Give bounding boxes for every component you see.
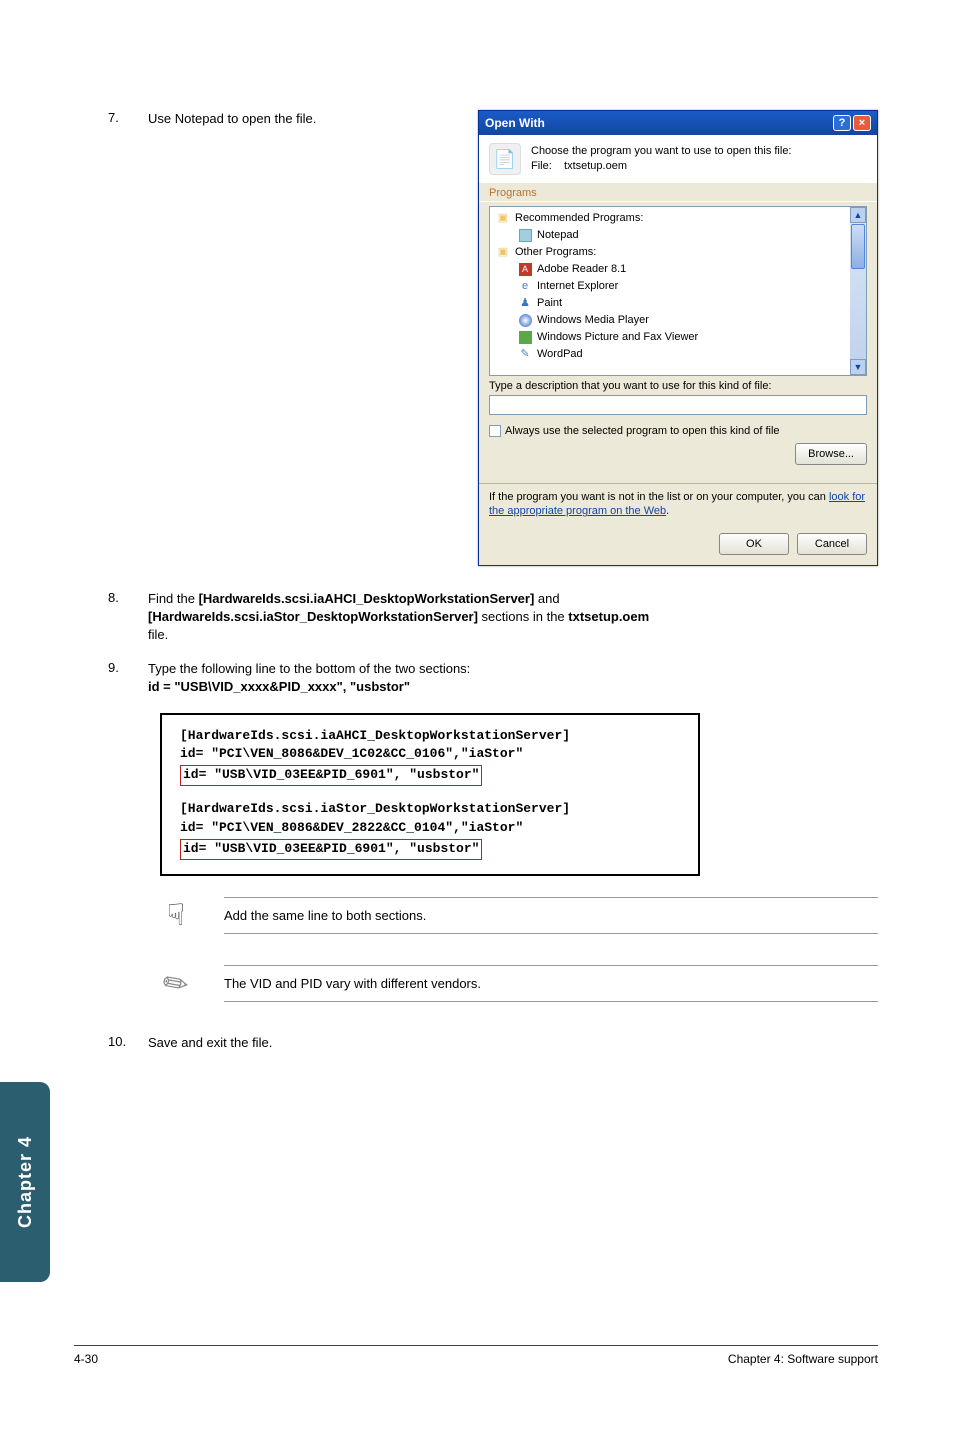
browse-button[interactable]: Browse... — [795, 443, 867, 465]
program-listbox[interactable]: ▣ Recommended Programs: Notepad ▣ Other Pr… — [489, 206, 867, 376]
folder-icon: ▣ — [496, 212, 510, 226]
hand-icon: ☟ — [154, 896, 198, 936]
code-line-4: [HardwareIds.scsi.iaStor_DesktopWorkstat… — [180, 800, 680, 819]
note-1-text: Add the same line to both sections. — [224, 897, 878, 934]
always-use-checkbox[interactable] — [489, 425, 501, 437]
file-icon: 📄 — [489, 143, 521, 175]
step-text-8: Find the [HardwareIds.scsi.iaAHCI_Deskto… — [148, 590, 878, 645]
wordpad-icon: ✎ — [518, 348, 532, 362]
paint-icon: ♟ — [518, 297, 532, 311]
adobe-icon: A — [519, 263, 532, 276]
scroll-thumb[interactable] — [851, 224, 865, 269]
ie-icon: e — [518, 280, 532, 294]
file-name: txtsetup.oem — [564, 160, 627, 172]
code-line-2: id= "PCI\VEN_8086&DEV_1C02&CC_0106","iaS… — [180, 745, 680, 764]
step-text-9: Type the following line to the bottom of… — [148, 660, 878, 696]
step-number-8: 8. — [108, 590, 148, 605]
footer-chapter: Chapter 4: Software support — [728, 1352, 878, 1366]
program-adobe[interactable]: Adobe Reader 8.1 — [537, 261, 626, 278]
code-line-1: [HardwareIds.scsi.iaAHCI_DesktopWorkstat… — [180, 727, 680, 746]
program-wordpad[interactable]: WordPad — [537, 346, 583, 363]
wmp-icon — [519, 314, 532, 327]
scrollbar[interactable]: ▲ ▼ — [850, 207, 866, 375]
description-label: Type a description that you want to use … — [489, 376, 867, 395]
program-ie[interactable]: Internet Explorer — [537, 278, 618, 295]
program-wmp[interactable]: Windows Media Player — [537, 312, 649, 329]
programs-tab[interactable]: Programs — [479, 183, 877, 199]
look-dot: . — [666, 505, 669, 517]
code-line-5: id= "PCI\VEN_8086&DEV_2822&CC_0104","iaS… — [180, 819, 680, 838]
program-paint[interactable]: Paint — [537, 295, 562, 312]
step-text-10: Save and exit the file. — [148, 1034, 878, 1052]
page-number: 4-30 — [74, 1352, 98, 1366]
close-button[interactable]: × — [853, 115, 871, 131]
always-use-label: Always use the selected program to open … — [505, 425, 780, 437]
help-button[interactable]: ? — [833, 115, 851, 131]
step-number-10: 10. — [108, 1034, 148, 1049]
note-2-text: The VID and PID vary with different vend… — [224, 965, 878, 1002]
program-wpf[interactable]: Windows Picture and Fax Viewer — [537, 329, 698, 346]
code-highlight-2: id= "USB\VID_03EE&PID_6901", "usbstor" — [180, 839, 482, 860]
page-footer: 4-30 Chapter 4: Software support — [74, 1345, 878, 1366]
recommended-heading: Recommended Programs: — [515, 210, 643, 227]
other-heading: Other Programs: — [515, 244, 596, 261]
look-text: If the program you want is not in the li… — [489, 491, 829, 503]
scroll-up-button[interactable]: ▲ — [850, 207, 866, 223]
notepad-icon — [519, 229, 532, 242]
step-number-9: 9. — [108, 660, 148, 675]
pencil-icon: ✎ — [147, 955, 206, 1013]
description-input[interactable] — [489, 395, 867, 415]
note-1: ☟ Add the same line to both sections. — [154, 896, 878, 936]
scroll-down-button[interactable]: ▼ — [850, 359, 866, 375]
dialog-titlebar: Open With ? × — [479, 111, 877, 135]
ok-button[interactable]: OK — [719, 533, 789, 555]
cancel-button[interactable]: Cancel — [797, 533, 867, 555]
step-text-7: Use Notepad to open the file. — [148, 110, 448, 128]
folder-icon: ▣ — [496, 246, 510, 260]
open-with-dialog: Open With ? × 📄 Choose the program you w… — [478, 110, 878, 566]
code-figure: [HardwareIds.scsi.iaAHCI_DesktopWorkstat… — [160, 713, 700, 876]
dialog-title: Open With — [485, 116, 545, 130]
note-2: ✎ The VID and PID vary with different ve… — [154, 964, 878, 1004]
step-number-7: 7. — [108, 110, 148, 125]
chapter-tab: Chapter 4 — [0, 1082, 50, 1282]
file-label: File: — [531, 160, 552, 172]
choose-prompt: Choose the program you want to use to op… — [531, 144, 792, 159]
wpf-icon — [519, 331, 532, 344]
program-notepad[interactable]: Notepad — [537, 227, 579, 244]
code-highlight-1: id= "USB\VID_03EE&PID_6901", "usbstor" — [180, 765, 482, 786]
dialog-header: 📄 Choose the program you want to use to … — [479, 135, 877, 183]
